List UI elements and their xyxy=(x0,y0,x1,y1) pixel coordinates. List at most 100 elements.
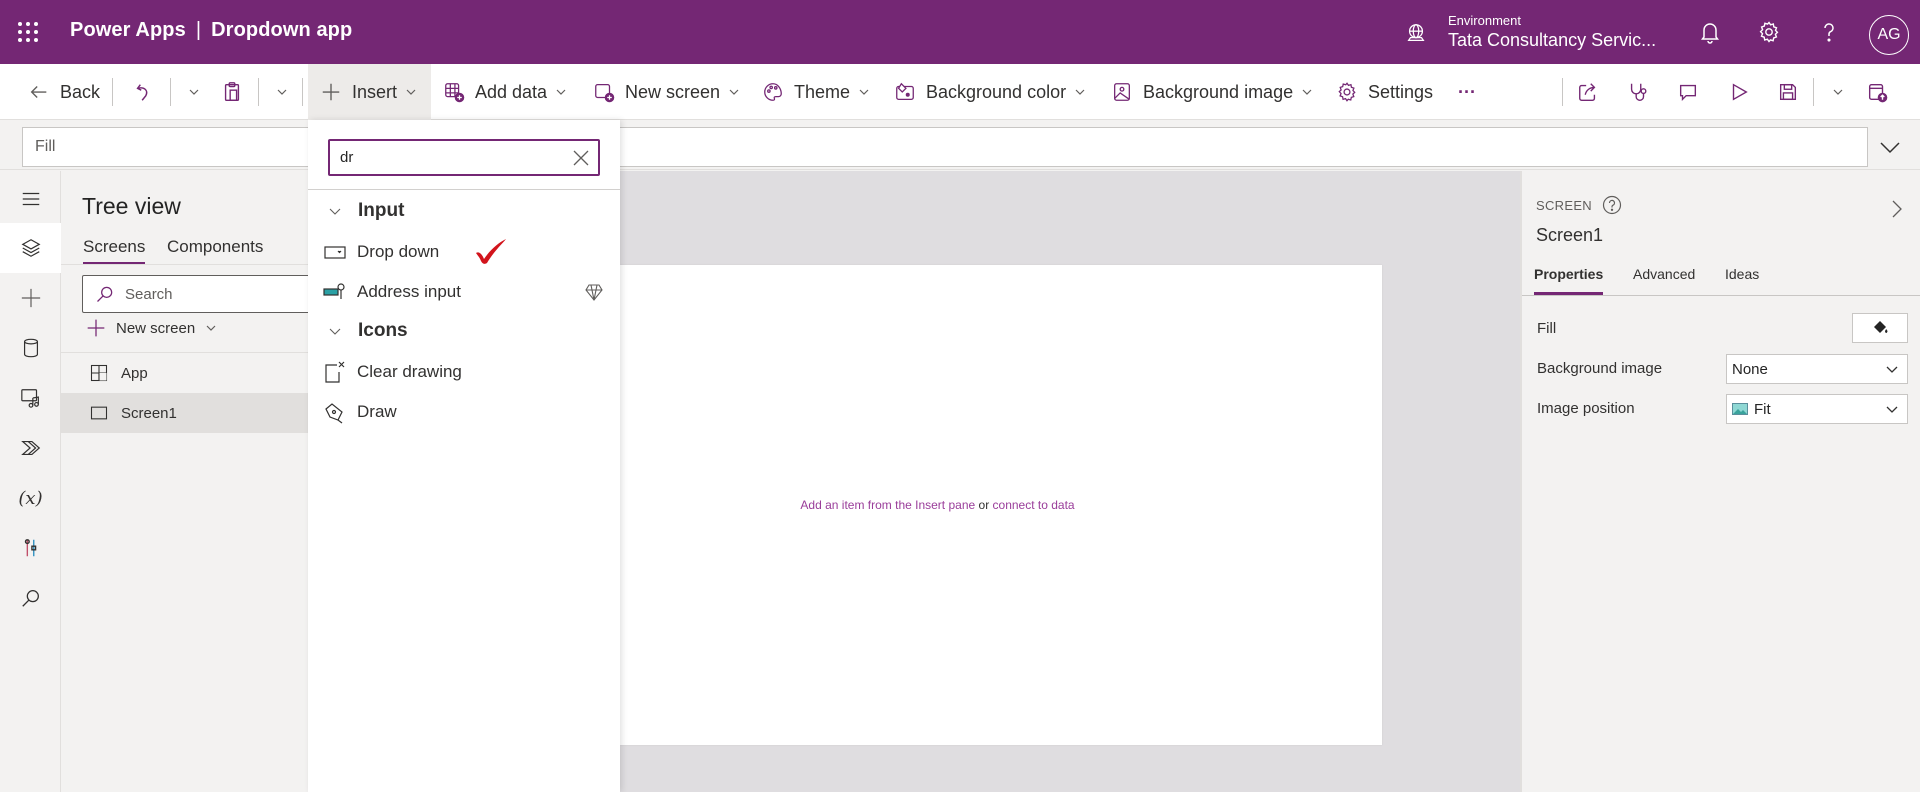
preview-play-button[interactable] xyxy=(1728,64,1760,120)
environment-globe-icon[interactable] xyxy=(1405,22,1427,44)
help-question-icon[interactable] xyxy=(1817,20,1841,44)
power-automate-nav[interactable] xyxy=(0,423,61,473)
more-commands-button[interactable]: ··· xyxy=(1458,64,1476,120)
tab-advanced[interactable]: Advanced xyxy=(1633,266,1695,292)
control-type-text: SCREEN xyxy=(1536,197,1592,213)
settings-gear-icon[interactable] xyxy=(1757,20,1781,44)
insert-pane-link[interactable]: Add an item from the Insert pane xyxy=(800,498,975,512)
user-avatar[interactable]: AG xyxy=(1869,15,1909,55)
data-nav[interactable] xyxy=(0,323,61,373)
property-selector[interactable]: Fill xyxy=(22,127,312,167)
tree-view-nav[interactable] xyxy=(0,223,61,273)
comment-icon xyxy=(1679,84,1697,101)
play-icon xyxy=(1732,83,1748,101)
tab-components[interactable]: Components xyxy=(167,237,263,262)
toolbar-divider xyxy=(112,78,113,106)
image-position-dropdown[interactable]: Fit xyxy=(1726,394,1908,424)
save-icon xyxy=(1779,83,1797,101)
insert-item-draw[interactable]: Draw xyxy=(323,394,613,430)
background-image-button[interactable]: Background image xyxy=(1111,64,1313,120)
clipboard-icon xyxy=(224,82,240,101)
fit-image-icon xyxy=(1732,403,1748,415)
chevron-right-icon[interactable] xyxy=(1887,197,1907,221)
expand-formula-bar-button[interactable] xyxy=(1878,135,1902,159)
group-label: Icons xyxy=(358,320,408,341)
save-more-dropdown[interactable] xyxy=(1824,64,1844,120)
insert-item-address-input[interactable]: Address input xyxy=(323,274,613,310)
save-button[interactable] xyxy=(1777,64,1809,120)
divider xyxy=(61,264,308,265)
paste-more-dropdown[interactable] xyxy=(268,64,288,120)
share-icon xyxy=(1579,83,1596,101)
formula-bar: Fill xyxy=(0,120,1920,170)
chevron-down-icon xyxy=(329,208,341,215)
app-checker-button[interactable] xyxy=(1627,64,1659,120)
new-screen-button[interactable]: New screen xyxy=(593,64,740,120)
control-type-label: SCREEN xyxy=(1536,195,1622,215)
tree-search-input[interactable]: Search xyxy=(82,275,322,313)
environment-name[interactable]: Tata Consultancy Servic... xyxy=(1448,30,1656,51)
fill-color-picker[interactable] xyxy=(1852,313,1908,343)
settings-button[interactable]: Settings xyxy=(1336,64,1433,120)
insert-item-drop-down[interactable]: Drop down xyxy=(323,234,613,270)
selected-control-name[interactable]: Screen1 xyxy=(1536,225,1603,246)
advanced-tools-nav[interactable] xyxy=(0,523,61,573)
search-nav[interactable] xyxy=(0,573,61,623)
help-circle-icon[interactable] xyxy=(1602,195,1622,215)
media-nav[interactable] xyxy=(0,373,61,423)
insert-flyout: dr Input Drop down Address input Icons C… xyxy=(308,120,620,792)
insert-nav[interactable] xyxy=(0,273,61,323)
toolbar-divider xyxy=(302,78,303,106)
undo-icon xyxy=(136,84,148,101)
chevron-down-icon xyxy=(277,89,287,95)
tools-icon xyxy=(24,539,36,557)
chevron-down-icon xyxy=(859,89,869,95)
tab-properties[interactable]: Properties xyxy=(1534,266,1604,295)
tree-node-label: App xyxy=(121,364,148,382)
group-icons[interactable]: Icons xyxy=(328,320,408,342)
address-input-icon xyxy=(323,283,345,299)
clear-search-icon[interactable] xyxy=(572,149,590,167)
app-grid-icon xyxy=(90,364,108,382)
tree-node-app[interactable]: App xyxy=(61,353,308,393)
comments-button[interactable] xyxy=(1677,64,1709,120)
toolbar-divider xyxy=(258,78,259,106)
undo-button[interactable] xyxy=(133,64,165,120)
variables-nav[interactable]: (𝑥) xyxy=(0,473,61,523)
image-position-value: Fit xyxy=(1754,400,1771,418)
database-icon xyxy=(23,338,38,358)
chevron-down-icon xyxy=(189,89,199,95)
tree-new-screen-button[interactable]: New screen xyxy=(86,318,217,338)
insert-item-clear-drawing[interactable]: Clear drawing xyxy=(323,354,613,390)
insert-label: Insert xyxy=(352,81,398,102)
back-button[interactable]: Back xyxy=(28,64,100,120)
tab-ideas[interactable]: Ideas xyxy=(1725,266,1759,292)
background-image-dropdown[interactable]: None xyxy=(1726,354,1908,384)
insert-item-label: Clear drawing xyxy=(357,362,462,381)
tree-node-screen1[interactable]: Screen1 xyxy=(61,393,308,433)
publish-button[interactable] xyxy=(1866,64,1898,120)
left-nav-rail: (𝑥) xyxy=(0,171,61,792)
menu-button[interactable] xyxy=(0,174,61,224)
screen-icon xyxy=(90,406,108,420)
group-input[interactable]: Input xyxy=(328,200,404,222)
connect-to-data-link[interactable]: connect to data xyxy=(993,498,1075,512)
insert-button[interactable]: Insert xyxy=(308,64,431,120)
background-color-button[interactable]: Background color xyxy=(894,64,1086,120)
new-screen-icon xyxy=(595,84,615,103)
notifications-bell-icon[interactable] xyxy=(1698,20,1722,44)
tab-screens[interactable]: Screens xyxy=(83,237,146,265)
chevron-down-icon xyxy=(1880,142,1900,154)
app-launcher-icon[interactable] xyxy=(16,20,40,44)
app-header: Power Apps | Dropdown app Environment Tata… xyxy=(0,0,1920,64)
paste-button[interactable] xyxy=(221,64,253,120)
screen-canvas[interactable]: Add an item from the Insert pane or conn… xyxy=(620,265,1382,745)
theme-button[interactable]: Theme xyxy=(762,64,870,120)
add-data-button[interactable]: Add data xyxy=(443,64,567,120)
toolbar-divider xyxy=(170,78,171,106)
undo-more-dropdown[interactable] xyxy=(180,64,200,120)
background-image-label: Background image xyxy=(1143,81,1294,102)
share-button[interactable] xyxy=(1577,64,1609,120)
formula-input[interactable] xyxy=(620,127,1868,167)
insert-search-input[interactable]: dr xyxy=(328,139,600,176)
